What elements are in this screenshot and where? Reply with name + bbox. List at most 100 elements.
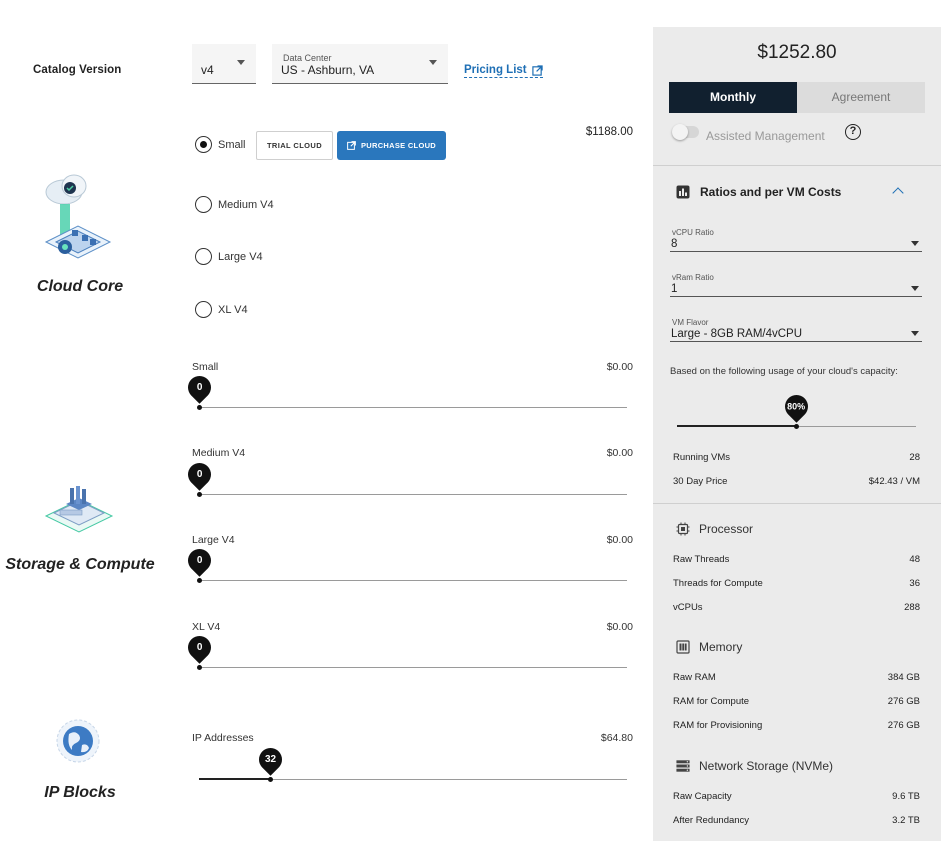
radio-option-large-v4[interactable]: Large V4 (195, 248, 263, 265)
slider-label-medium-v4: Medium V4 (192, 447, 246, 459)
radio-option-xl-v4[interactable]: XL V4 (195, 301, 248, 318)
usage-slider-thumb[interactable] (794, 424, 799, 429)
ip-blocks-caption: IP Blocks (44, 784, 116, 801)
vram-ratio-label: vRam Ratio (672, 273, 714, 282)
slider-value-pin[interactable]: 0 (182, 631, 216, 664)
raw-capacity-row: Raw Capacity 9.6 TB (673, 791, 920, 802)
help-icon[interactable]: ? (845, 124, 861, 140)
slider-value: 0 (196, 642, 202, 653)
tab-monthly[interactable]: Monthly (669, 82, 797, 113)
kv-label: 30 Day Price (673, 476, 728, 487)
kv-value: 48 (909, 554, 920, 565)
catalog-version-value: v4 (201, 63, 214, 77)
cpu-icon (676, 522, 690, 536)
summary-panel (653, 27, 941, 841)
radio-label: Medium V4 (218, 198, 274, 211)
processor-header: Processor (676, 522, 753, 536)
kv-label: vCPUs (673, 602, 703, 613)
kv-value: 288 (904, 602, 920, 613)
memory-icon (676, 640, 690, 654)
ram-for-provisioning-row: RAM for Provisioning 276 GB (673, 720, 920, 731)
caret-down-icon (237, 60, 245, 65)
catalog-version-label: Catalog Version (33, 64, 122, 76)
tab-agreement[interactable]: Agreement (797, 82, 925, 113)
slider-track-large-v4[interactable] (199, 580, 627, 581)
kv-value: 276 GB (887, 720, 920, 731)
catalog-version-select[interactable]: v4 (192, 44, 256, 84)
vm-flavor-select[interactable]: VM Flavor Large - 8GB RAM/4vCPU (670, 318, 922, 342)
ratios-title: Ratios and per VM Costs (700, 185, 842, 199)
vram-ratio-value: 1 (671, 283, 678, 295)
storage-icon (676, 760, 690, 772)
vcpu-ratio-value: 8 (671, 238, 678, 250)
kv-value: $42.43 / VM (868, 476, 920, 487)
slider-label-ip-addresses: IP Addresses (192, 732, 254, 744)
slider-thumb[interactable] (196, 578, 202, 583)
slider-value-pin[interactable]: 32 (254, 743, 288, 776)
radio-option-small[interactable]: Small (195, 136, 246, 153)
ram-for-compute-row: RAM for Compute 276 GB (673, 696, 920, 707)
vram-ratio-select[interactable]: vRam Ratio 1 (670, 273, 922, 297)
caret-down-icon (911, 331, 919, 336)
kv-value: 36 (909, 578, 920, 589)
threads-for-compute-row: Threads for Compute 36 (673, 578, 920, 589)
slider-price-medium-v4: $0.00 (606, 447, 633, 459)
slider-price-small: $0.00 (606, 361, 633, 373)
radio-option-medium-v4[interactable]: Medium V4 (195, 196, 274, 213)
data-center-value: US - Ashburn, VA (281, 63, 375, 77)
slider-value: 0 (196, 382, 202, 393)
vcpu-ratio-select[interactable]: vCPU Ratio 8 (670, 228, 922, 252)
cloud-core-price: $1188.00 (585, 126, 633, 138)
slider-value: 0 (196, 555, 202, 566)
assisted-management-label: Assisted Management (706, 129, 825, 143)
kv-label: Running VMs (673, 452, 731, 463)
running-vms-row: Running VMs 28 (673, 452, 920, 463)
processor-title: Processor (699, 522, 754, 536)
network-storage-title: Network Storage (NVMe) (699, 759, 834, 773)
data-center-label: Data Center (283, 53, 332, 63)
slider-track-xl-v4[interactable] (199, 667, 627, 668)
slider-value-pin[interactable]: 0 (182, 544, 216, 577)
slider-value-pin[interactable]: 0 (182, 458, 216, 491)
storage-compute-illustration (44, 486, 114, 533)
pricing-list-link[interactable]: Pricing List (464, 64, 543, 78)
ratios-section-header[interactable]: Ratios and per VM Costs (676, 185, 841, 199)
caret-down-icon (429, 60, 437, 65)
radio-button[interactable] (195, 136, 212, 153)
slider-thumb[interactable] (196, 405, 202, 410)
slider-label-large-v4: Large V4 (192, 534, 235, 546)
radio-button[interactable] (195, 301, 212, 318)
radio-button[interactable] (195, 196, 212, 213)
purchase-cloud-button[interactable]: PURCHASE CLOUD (337, 131, 446, 160)
slider-track-medium-v4[interactable] (199, 494, 627, 495)
kv-value: 3.2 TB (892, 815, 920, 826)
slider-thumb[interactable] (196, 665, 202, 670)
globe-icon (56, 719, 100, 763)
slider-thumb[interactable] (268, 777, 274, 782)
pricing-list-label: Pricing List (464, 64, 527, 76)
assisted-management-toggle[interactable] (672, 124, 699, 140)
slider-track-small[interactable] (199, 407, 627, 408)
slider-value-pin[interactable]: 0 (182, 371, 216, 404)
kv-label: Raw RAM (673, 672, 716, 683)
radio-button[interactable] (195, 248, 212, 265)
radio-label: Large V4 (218, 250, 263, 263)
vm-flavor-value: Large - 8GB RAM/4vCPU (671, 328, 803, 340)
bar-chart-icon (676, 185, 690, 199)
network-storage-header: Network Storage (NVMe) (676, 759, 833, 773)
memory-header: Memory (676, 640, 742, 654)
raw-ram-row: Raw RAM 384 GB (673, 672, 920, 683)
usage-slider-fill (677, 425, 797, 427)
kv-value: 9.6 TB (892, 791, 920, 802)
slider-value: 32 (265, 754, 277, 765)
kv-label: RAM for Provisioning (673, 720, 763, 731)
external-link-icon (347, 141, 356, 150)
usage-description: Based on the following usage of your clo… (670, 366, 898, 377)
caret-down-icon (911, 286, 919, 291)
slider-label-small: Small (192, 361, 219, 373)
slider-thumb[interactable] (196, 492, 202, 497)
caret-down-icon (911, 241, 919, 246)
slider-price-ip-addresses: $64.80 (600, 732, 633, 744)
data-center-select[interactable]: Data Center US - Ashburn, VA (272, 44, 448, 84)
trial-cloud-button[interactable]: TRIAL CLOUD (256, 131, 333, 160)
